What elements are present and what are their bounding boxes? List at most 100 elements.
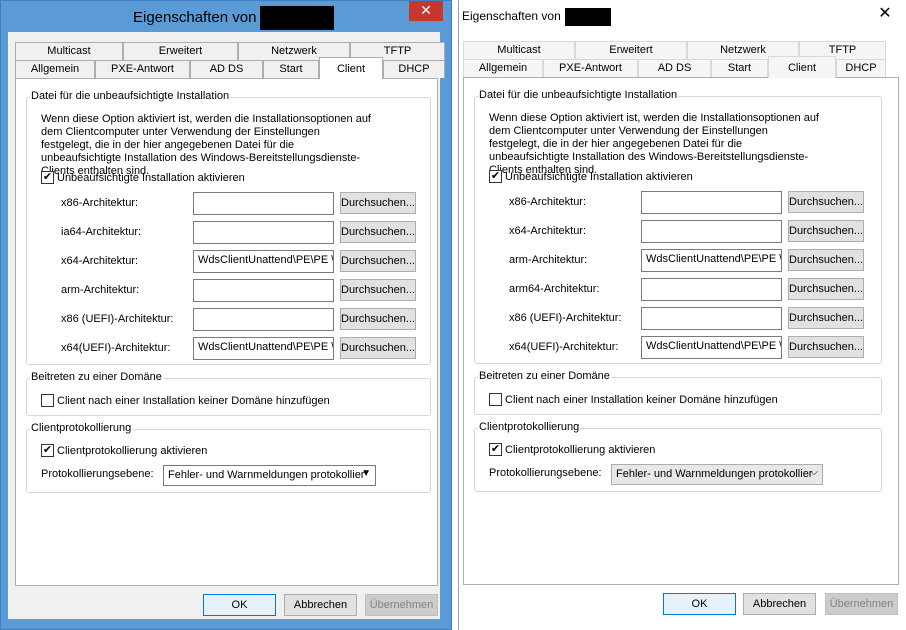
redacted-server-name — [260, 6, 335, 30]
unattend-enable-checkbox[interactable]: ✔ Unbeaufsichtigte Installation aktivier… — [489, 170, 693, 183]
tab-multicast[interactable]: Multicast — [15, 42, 123, 60]
domain-legend: Beitreten zu einer Domäne — [478, 370, 611, 382]
arch-path-input[interactable]: WdsClientUnattend\PE\PE \ — [193, 337, 334, 360]
title-bar[interactable]: Eigenschaften von ✕ — [459, 0, 906, 31]
checkmark-icon: ✔ — [42, 171, 53, 183]
logging-level-value: Fehler- und Warnmeldungen protokollier — [168, 469, 365, 481]
browse-button[interactable]: Durchsuchen... — [340, 279, 416, 301]
unattend-group: Datei für die unbeaufsichtigte Installat… — [26, 90, 431, 365]
browse-button[interactable]: Durchsuchen... — [340, 337, 416, 359]
tab-multicast[interactable]: Multicast — [463, 41, 575, 59]
arch-label: x64-Architektur: — [509, 225, 587, 237]
browse-button[interactable]: Durchsuchen... — [340, 250, 416, 272]
checkbox-box[interactable]: ✔ — [41, 444, 54, 457]
tab-row-bottom: Allgemein PXE-Antwort AD DS Start Client… — [463, 56, 886, 78]
logging-level-select[interactable]: Fehler- und Warnmeldungen protokollier ⌵ — [611, 464, 823, 485]
arch-label: x86-Architektur: — [509, 196, 587, 208]
tab-start[interactable]: Start — [711, 59, 768, 77]
tab-pxe-antwort[interactable]: PXE-Antwort — [95, 60, 190, 78]
tab-erweitert[interactable]: Erweitert — [123, 42, 238, 60]
tab-pxe-antwort[interactable]: PXE-Antwort — [543, 59, 638, 77]
arch-row-x86: x86-Architektur: Durchsuchen... — [27, 192, 430, 216]
domain-checkbox[interactable]: Client nach einer Installation keiner Do… — [41, 394, 330, 407]
arch-path-input[interactable]: WdsClientUnattend\PE\PE \ — [193, 250, 334, 273]
title-bar[interactable]: Eigenschaften von ✕ — [1, 1, 451, 32]
tab-allgemein[interactable]: Allgemein — [463, 59, 543, 77]
redacted-server-name — [564, 8, 611, 26]
arch-label: x86 (UEFI)-Architektur: — [61, 313, 174, 325]
browse-button[interactable]: Durchsuchen... — [788, 191, 864, 213]
unattend-enable-checkbox[interactable]: ✔ Unbeaufsichtigte Installation aktivier… — [41, 171, 245, 184]
arch-path-input[interactable] — [193, 279, 334, 302]
arch-path-input[interactable] — [193, 221, 334, 244]
tab-client[interactable]: Client — [768, 56, 836, 78]
dialog-body: Multicast Erweitert Netzwerk TFTP Allgem… — [8, 32, 445, 619]
checkmark-icon: ✔ — [42, 444, 53, 456]
arch-row-arm: arm-Architektur: WdsClientUnattend\PE\PE… — [475, 249, 881, 273]
tab-allgemein[interactable]: Allgemein — [15, 60, 95, 78]
arch-row-x64-uefi: x64(UEFI)-Architektur: WdsClientUnattend… — [475, 336, 881, 360]
unattend-description: Wenn diese Option aktiviert ist, werden … — [489, 112, 819, 176]
tab-client[interactable]: Client — [319, 57, 383, 79]
arch-path-input[interactable]: WdsClientUnattend\PE\PE \ — [641, 249, 782, 272]
arch-path-input[interactable] — [193, 192, 334, 215]
arch-row-ia64: ia64-Architektur: Durchsuchen... — [27, 221, 430, 245]
domain-group: Beitreten zu einer Domäne Client nach ei… — [26, 371, 431, 416]
close-icon: ✕ — [878, 5, 892, 22]
browse-button[interactable]: Durchsuchen... — [788, 220, 864, 242]
arch-path-input[interactable] — [641, 307, 782, 330]
browse-button[interactable]: Durchsuchen... — [788, 278, 864, 300]
logging-group: Clientprotokollierung ✔ Clientprotokolli… — [474, 421, 882, 492]
browse-button[interactable]: Durchsuchen... — [340, 308, 416, 330]
arch-path-input[interactable] — [641, 220, 782, 243]
properties-dialog-right: Eigenschaften von ✕ Multicast Erweitert … — [458, 0, 906, 630]
tab-erweitert[interactable]: Erweitert — [575, 41, 687, 59]
arch-path-input[interactable]: WdsClientUnattend\PE\PE \ — [641, 336, 782, 359]
arch-path-input[interactable] — [193, 308, 334, 331]
tab-ad-ds[interactable]: AD DS — [638, 59, 711, 77]
arch-path-input[interactable] — [641, 191, 782, 214]
unattend-group: Datei für die unbeaufsichtigte Installat… — [474, 89, 882, 364]
checkbox-box[interactable] — [489, 393, 502, 406]
browse-button[interactable]: Durchsuchen... — [788, 307, 864, 329]
unattend-enable-label: Unbeaufsichtigte Installation aktivieren — [505, 170, 693, 183]
browse-button[interactable]: Durchsuchen... — [340, 221, 416, 243]
logging-level-select[interactable]: Fehler- und Warnmeldungen protokollier ▼ — [163, 465, 376, 486]
dialog-title: Eigenschaften von — [462, 8, 611, 26]
apply-button[interactable]: Übernehmen — [825, 593, 898, 615]
close-button[interactable]: ✕ — [872, 4, 898, 26]
tab-start[interactable]: Start — [263, 60, 319, 78]
cancel-button[interactable]: Abbrechen — [284, 594, 357, 616]
browse-button[interactable]: Durchsuchen... — [788, 336, 864, 358]
tab-ad-ds[interactable]: AD DS — [190, 60, 263, 78]
client-tab-page: Datei für die unbeaufsichtigte Installat… — [15, 78, 438, 586]
logging-level-value: Fehler- und Warnmeldungen protokollier — [616, 468, 813, 480]
domain-checkbox[interactable]: Client nach einer Installation keiner Do… — [489, 393, 778, 406]
arch-path-input[interactable] — [641, 278, 782, 301]
checkmark-icon: ✔ — [490, 170, 501, 182]
checkbox-box[interactable]: ✔ — [489, 443, 502, 456]
arch-label: arm-Architektur: — [61, 284, 140, 296]
domain-checkbox-label: Client nach einer Installation keiner Do… — [505, 393, 778, 406]
browse-button[interactable]: Durchsuchen... — [340, 192, 416, 214]
arch-row-x86-uefi: x86 (UEFI)-Architektur: Durchsuchen... — [27, 308, 430, 332]
apply-button[interactable]: Übernehmen — [365, 594, 438, 616]
checkmark-icon: ✔ — [490, 443, 501, 455]
logging-checkbox[interactable]: ✔ Clientprotokollierung aktivieren — [489, 443, 655, 456]
browse-button[interactable]: Durchsuchen... — [788, 249, 864, 271]
checkbox-box[interactable]: ✔ — [489, 170, 502, 183]
logging-legend: Clientprotokollierung — [478, 421, 581, 433]
ok-button[interactable]: OK — [203, 594, 276, 616]
arch-row-arm64: arm64-Architektur: Durchsuchen... — [475, 278, 881, 302]
logging-level-label: Protokollierungsebene: — [489, 467, 602, 479]
close-button[interactable]: ✕ — [409, 1, 443, 21]
tab-dhcp[interactable]: DHCP — [836, 59, 886, 77]
close-icon: ✕ — [420, 2, 432, 18]
arch-label: arm64-Architektur: — [509, 283, 600, 295]
logging-checkbox[interactable]: ✔ Clientprotokollierung aktivieren — [41, 444, 207, 457]
checkbox-box[interactable] — [41, 394, 54, 407]
ok-button[interactable]: OK — [663, 593, 736, 615]
tab-dhcp[interactable]: DHCP — [383, 60, 445, 78]
checkbox-box[interactable]: ✔ — [41, 171, 54, 184]
cancel-button[interactable]: Abbrechen — [743, 593, 816, 615]
